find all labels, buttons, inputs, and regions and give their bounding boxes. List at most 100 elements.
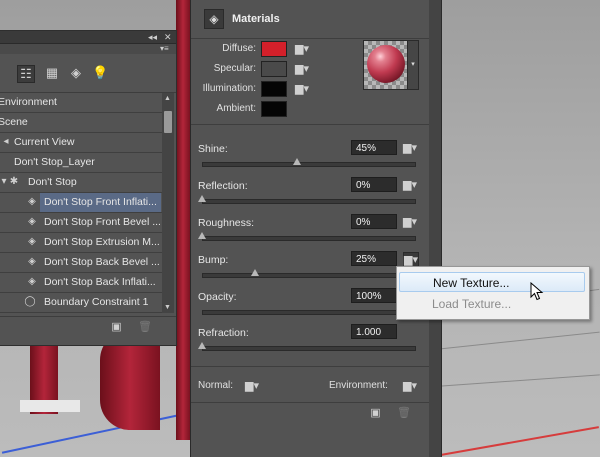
tree-item-constraint[interactable]: ◯ Boundary Constraint 1 [0, 293, 162, 313]
swatch-label: Illumination: [202, 83, 256, 94]
folder-icon[interactable]: ▆▾ [403, 178, 417, 192]
folder-icon[interactable]: ▆▾ [245, 380, 259, 392]
folder-icon[interactable]: ▆▾ [403, 141, 417, 155]
material-filter-icon[interactable]: ◈ [68, 65, 84, 81]
ambient-swatch[interactable] [261, 101, 287, 117]
collapse-icon[interactable]: ◂◂ [148, 31, 157, 43]
mouse-cursor-icon [530, 282, 544, 301]
materials-icon: ◈ [204, 9, 224, 29]
panel-footer: ▣ 🗑 [0, 316, 176, 345]
folder-icon[interactable]: ▆▾ [295, 43, 309, 55]
3d-text-highlight [20, 400, 80, 412]
scroll-thumb[interactable] [164, 111, 172, 133]
diffuse-swatch[interactable] [261, 41, 287, 57]
tree-item-environment[interactable]: Environment [0, 93, 162, 113]
bump-input[interactable]: 25% [351, 251, 397, 266]
tree-item-layer[interactable]: Don't Stop_Layer [0, 153, 162, 173]
swatch-row-specular: Specular: ▆▾ [191, 61, 361, 79]
swatch-label: Diffuse: [222, 43, 256, 54]
tree-item-material[interactable]: ◈ Don't Stop Back Bevel ... [0, 253, 162, 273]
tree-item-label: Boundary Constraint 1 [44, 296, 149, 308]
illumination-swatch[interactable] [261, 81, 287, 97]
render-icon[interactable]: ▣ [369, 407, 382, 420]
divider [191, 124, 429, 125]
folder-icon[interactable]: ▆▾ [295, 83, 309, 95]
delete-icon[interactable]: 🗑 [138, 321, 152, 334]
opacity-property: Opacity: 100% [191, 286, 429, 322]
tree-item-current-view[interactable]: ◂ Current View [0, 133, 162, 153]
light-filter-icon[interactable]: 💡 [92, 65, 108, 81]
panel-menu-icon[interactable]: ▾≡ [160, 44, 169, 54]
opacity-input[interactable]: 100% [351, 288, 397, 303]
tree-item-label: Current View [14, 136, 75, 148]
tree-item-label: Don't Stop Front Inflati... [40, 193, 161, 212]
tree-item-material[interactable]: ◈ Don't Stop Front Bevel ... [0, 213, 162, 233]
mesh-filter-icon[interactable]: ▦ [44, 65, 60, 81]
roughness-slider-thumb[interactable] [198, 232, 206, 239]
bump-slider-track[interactable] [202, 273, 416, 278]
reflection-slider-thumb[interactable] [198, 195, 206, 202]
roughness-slider-track[interactable] [202, 236, 416, 241]
materials-scrollbar[interactable] [429, 0, 441, 457]
materials-panel: ◈ Materials Diffuse: ▆▾ Specular: ▆▾ Ill… [190, 0, 442, 457]
shine-slider-thumb[interactable] [293, 158, 302, 165]
material-preview[interactable] [363, 40, 409, 90]
preset-dropdown[interactable]: ▾ [407, 40, 419, 90]
tree-item-material[interactable]: ◈ Don't Stop Back Inflati... [0, 273, 162, 293]
panel-title: Materials [232, 13, 280, 25]
shine-input[interactable]: 45% [351, 140, 397, 155]
add-object-icon[interactable]: ▣ [110, 321, 123, 334]
refraction-input[interactable]: 1.000 [351, 324, 397, 339]
tree-item-label: Don't Stop Extrusion M... [44, 236, 160, 248]
tree-item-label: Don't Stop Back Inflati... [44, 276, 156, 288]
swatch-row-illumination: Illumination: ▆▾ [191, 81, 361, 99]
constraint-icon: ◯ [24, 296, 36, 307]
load-texture-menu-item[interactable]: Load Texture... [399, 294, 585, 314]
tree-item-scene[interactable]: Scene [0, 113, 162, 133]
material-icon: ◈ [28, 216, 36, 227]
material-sphere [367, 45, 405, 83]
specular-swatch[interactable] [261, 61, 287, 77]
normal-environment-row: Normal: ▆▾ Environment: ▆▾ [191, 375, 429, 397]
scroll-down-icon[interactable]: ▼ [164, 304, 171, 311]
panel-menubar: ▾≡ [0, 44, 176, 54]
tree-item-material[interactable]: ◈ Don't Stop Extrusion M... [0, 233, 162, 253]
folder-icon[interactable]: ▆▾ [403, 380, 417, 392]
new-texture-menu-item[interactable]: New Texture... [399, 272, 585, 292]
tree-item-material-selected[interactable]: ◈ Don't Stop Front Inflati... [0, 193, 162, 213]
ground-grid-line [440, 374, 600, 387]
swatch-label: Specular: [213, 63, 256, 74]
shine-slider-track[interactable] [202, 162, 416, 167]
folder-icon[interactable]: ▆▾ [403, 215, 417, 229]
refraction-property: Refraction: 1.000 [191, 322, 429, 358]
close-icon[interactable]: ✕ [164, 31, 172, 43]
folder-icon[interactable]: ▆▾ [295, 63, 309, 75]
roughness-input[interactable]: 0% [351, 214, 397, 229]
material-icon: ◈ [28, 276, 36, 287]
property-label: Reflection: [198, 180, 248, 192]
delete-icon[interactable]: 🗑 [397, 407, 411, 420]
tree-item-mesh[interactable]: ▾ ✱ Don't Stop [0, 173, 162, 193]
scene-filter-icon[interactable]: ☷ [17, 65, 35, 83]
opacity-slider-track[interactable] [202, 310, 416, 315]
swatch-row-ambient: Ambient: [191, 101, 361, 119]
3d-panel: ◂◂ ✕ ▾≡ ☷ ▦ ◈ 💡 Environment Scene ◂ Curr… [0, 30, 177, 346]
roughness-property: Roughness: 0% ▆▾ [191, 212, 429, 248]
reflection-input[interactable]: 0% [351, 177, 397, 192]
environment-label: Environment: [329, 380, 388, 391]
scroll-up-icon[interactable]: ▲ [164, 95, 171, 102]
reflection-slider-track[interactable] [202, 199, 416, 204]
3d-text-object [176, 0, 190, 440]
refraction-slider-thumb[interactable] [198, 342, 206, 349]
tree-scrollbar[interactable]: ▲ ▼ [162, 93, 174, 313]
shine-property: Shine: 45% ▆▾ [191, 138, 429, 174]
refraction-slider-track[interactable] [202, 346, 416, 351]
filter-toolbar: ☷ ▦ ◈ 💡 [0, 54, 176, 93]
normal-label: Normal: [198, 380, 234, 391]
swatch-label: Ambient: [216, 103, 256, 114]
property-label: Refraction: [198, 327, 249, 339]
property-label: Opacity: [198, 291, 237, 303]
bump-slider-thumb[interactable] [251, 269, 259, 276]
tree-item-label: Don't Stop Back Bevel ... [44, 256, 160, 268]
property-label: Bump: [198, 254, 229, 266]
